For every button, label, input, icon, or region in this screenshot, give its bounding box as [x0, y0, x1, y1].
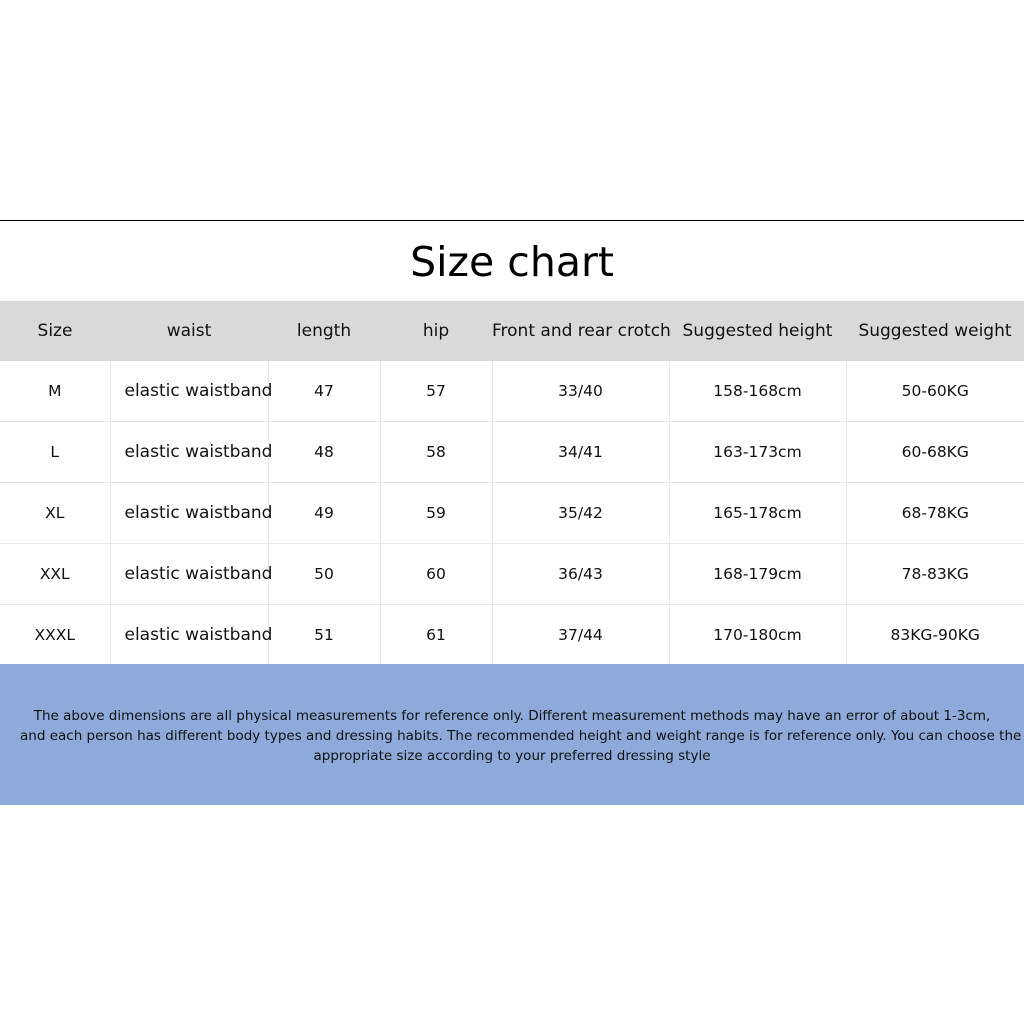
disclaimer-note: The above dimensions are all physical me…: [0, 664, 1024, 805]
cell-weight: 68-78KG: [846, 482, 1024, 544]
header-suggested-height: Suggested height: [669, 301, 846, 361]
cell-waist: elastic waistband: [110, 482, 272, 544]
cell-length: 48: [268, 421, 381, 483]
top-divider: [0, 220, 1024, 221]
cell-weight: 60-68KG: [846, 421, 1024, 483]
cell-crotch: 34/41: [492, 421, 670, 483]
cell-length: 51: [268, 604, 381, 665]
cell-hip: 59: [380, 482, 493, 544]
cell-crotch: 33/40: [492, 361, 670, 422]
cell-height: 163-173cm: [669, 421, 847, 483]
cell-weight: 83KG-90KG: [890, 626, 980, 644]
cell-length: 49: [268, 482, 381, 544]
table-row: L elastic waistband 48 58 34/41 163-173c…: [0, 421, 1024, 483]
cell-height: 168-179cm: [669, 543, 847, 605]
cell-size: XL: [0, 482, 111, 544]
size-chart-page: Size chart Size waist length hip Front a…: [0, 0, 1024, 1024]
cell-height: 158-168cm: [669, 361, 847, 422]
table-row: M elastic waistband 47 57 33/40 158-168c…: [0, 361, 1024, 422]
page-title: Size chart: [410, 238, 614, 286]
cell-crotch: 35/42: [492, 482, 670, 544]
cell-length: 50: [268, 543, 381, 605]
header-waist: waist: [110, 301, 268, 361]
cell-length: 47: [268, 361, 381, 422]
header-hip: hip: [380, 301, 492, 361]
header-size: Size: [0, 301, 110, 361]
table-row: XL elastic waistband 49 59 35/42 165-178…: [0, 482, 1024, 544]
size-table: Size waist length hip Front and rear cro…: [0, 301, 1024, 665]
cell-hip: 61: [380, 604, 493, 665]
cell-waist: elastic waistband: [110, 604, 272, 665]
cell-waist: elastic waistband: [110, 361, 272, 422]
cell-size: XXL: [0, 543, 111, 605]
cell-crotch: 36/43: [492, 543, 670, 605]
cell-weight: 50-60KG: [846, 361, 1024, 422]
note-line: The above dimensions are all physical me…: [33, 708, 991, 724]
cell-waist: elastic waistband: [110, 421, 272, 483]
cell-hip: 57: [380, 361, 493, 422]
table-header-row: Size waist length hip Front and rear cro…: [0, 301, 1024, 361]
note-line: and each person has different body types…: [20, 728, 1022, 744]
note-line: appropriate size according to your prefe…: [313, 748, 711, 764]
cell-crotch: 37/44: [492, 604, 670, 665]
cell-size: M: [0, 361, 111, 422]
cell-height: 170-180cm: [669, 604, 847, 665]
header-crotch: Front and rear crotch: [492, 301, 671, 361]
cell-size: L: [0, 421, 111, 483]
header-length: length: [268, 301, 380, 361]
cell-weight: 78-83KG: [846, 543, 1024, 605]
cell-waist: elastic waistband: [110, 543, 272, 605]
header-suggested-weight: Suggested weight: [846, 301, 1024, 361]
table-row: XXL elastic waistband 50 60 36/43 168-17…: [0, 543, 1024, 605]
cell-hip: 60: [380, 543, 493, 605]
table-row: XXXL elastic waistband 51 61 37/44 170-1…: [0, 604, 1024, 665]
cell-size: XXXL: [0, 604, 111, 665]
cell-height: 165-178cm: [669, 482, 847, 544]
cell-hip: 58: [380, 421, 493, 483]
